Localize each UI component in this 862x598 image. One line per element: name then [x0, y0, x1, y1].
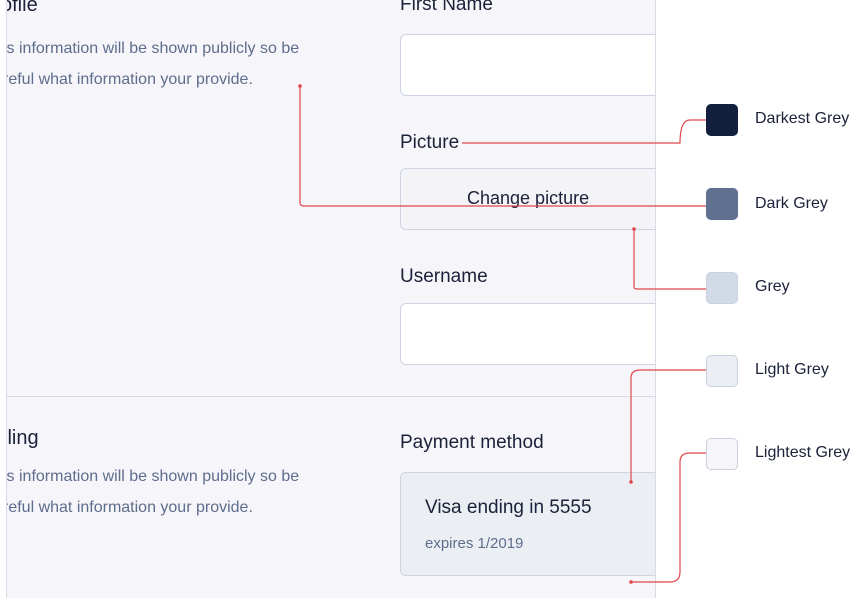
swatch-label-light-grey: Light Grey — [755, 361, 829, 378]
annotation-line-dark-grey — [299, 86, 706, 207]
annotation-line-lightest-grey — [631, 452, 706, 583]
annotation-dot — [629, 580, 633, 584]
swatch-light-grey — [706, 355, 738, 387]
annotation-dot — [632, 227, 636, 231]
annotation-dot — [298, 84, 302, 88]
annotation-line-darkest-grey — [462, 119, 706, 144]
swatch-label-grey: Grey — [755, 278, 790, 295]
swatch-dark-grey — [706, 188, 738, 220]
annotation-dot — [629, 480, 633, 484]
swatch-label-darkest-grey: Darkest Grey — [755, 110, 850, 127]
annotation-line-light-grey — [630, 369, 706, 482]
swatch-grey — [706, 272, 738, 304]
swatch-label-lightest-grey: Lightest Grey — [755, 444, 851, 461]
swatch-darkest-grey — [706, 104, 738, 136]
swatch-label-dark-grey: Dark Grey — [755, 195, 828, 212]
annotation-line-grey — [633, 229, 706, 290]
swatch-lightest-grey — [706, 438, 738, 470]
